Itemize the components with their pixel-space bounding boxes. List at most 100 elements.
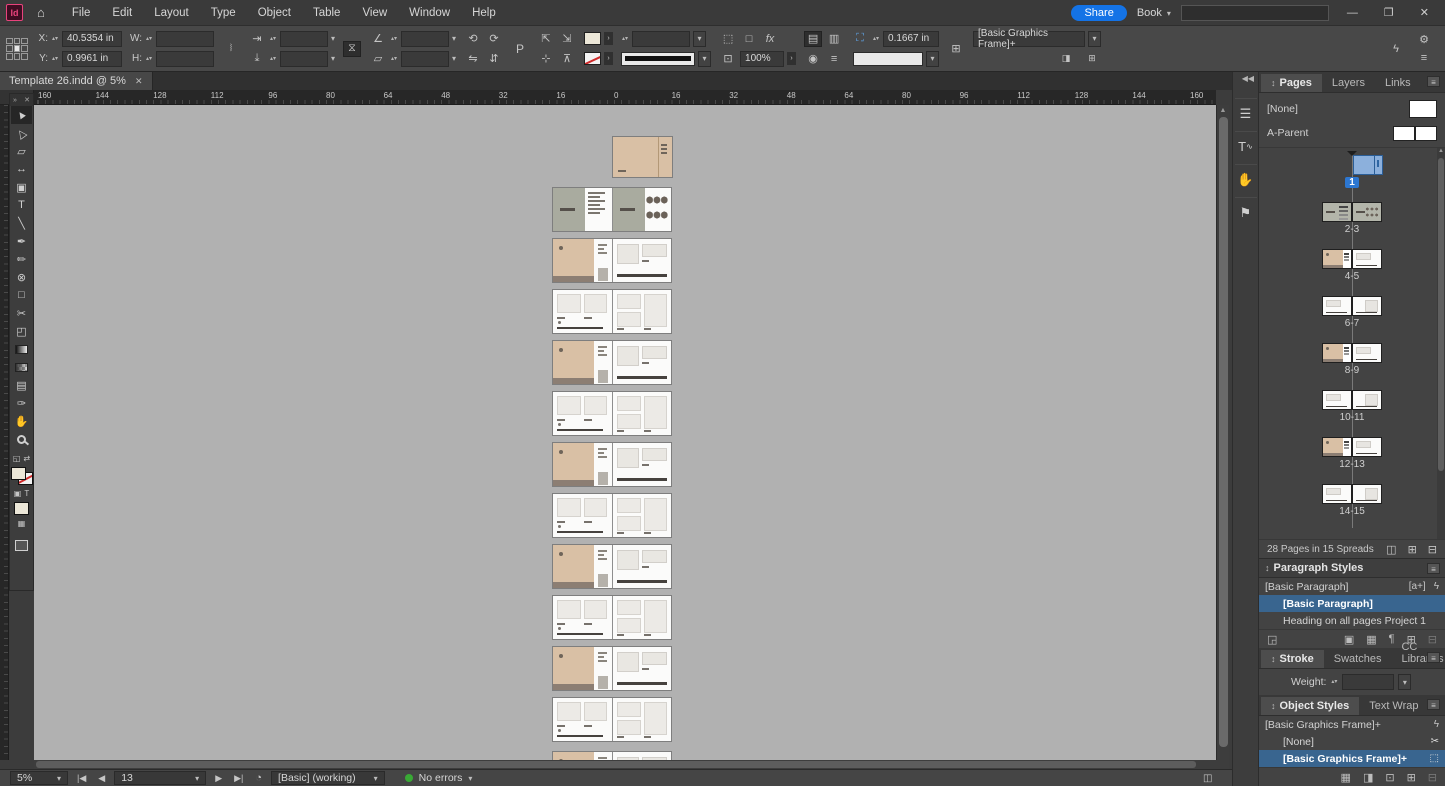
object-styles-menu-icon[interactable]: ≡ — [1427, 699, 1440, 710]
style-row[interactable]: [Basic Graphics Frame]+⬚ — [1259, 750, 1445, 767]
canvas-spread-24-25[interactable] — [553, 752, 671, 760]
clear-attributes-icon[interactable]: ⊡ — [1385, 771, 1394, 784]
text-wrap-panel-icon[interactable]: T∿ — [1235, 131, 1257, 155]
direct-selection-tool-icon[interactable]: △ — [11, 124, 32, 142]
x-position-field[interactable]: 40.5354 in — [62, 31, 122, 47]
tab-swatches[interactable]: Swatches — [1324, 650, 1392, 668]
style-row[interactable]: Heading on all pages Project 1 — [1259, 612, 1445, 629]
toolbar-close-icon[interactable]: ✕ — [24, 96, 30, 104]
canvas-spread-10-11[interactable] — [553, 392, 671, 435]
note-tool-icon[interactable]: ▤ — [11, 376, 32, 394]
new-style-icon[interactable]: ⊞ — [1083, 51, 1101, 67]
apply-color-button[interactable] — [14, 502, 29, 515]
canvas-spread-6-7[interactable] — [553, 290, 671, 333]
rotation-angle-field[interactable] — [401, 31, 449, 47]
selection-tool-icon[interactable]: ▲ — [11, 106, 32, 124]
spread-view-icon[interactable]: ◫ — [1203, 773, 1212, 784]
apply-gradient-icon[interactable]: ▦ — [18, 519, 26, 528]
fill-expander-icon[interactable]: › — [604, 32, 613, 45]
toolbar-header[interactable]: »✕ — [10, 94, 33, 106]
quick-apply-style-icon[interactable]: ϟ — [1434, 581, 1439, 592]
frame-ellipse-tool-icon[interactable]: ⊗ — [11, 268, 32, 286]
object-style-dropdown[interactable]: [Basic Graphics Frame]+ — [973, 31, 1085, 47]
wrap-bounding-box-icon[interactable]: ▥ — [825, 31, 843, 47]
quick-apply-icon[interactable]: ϟ — [1387, 41, 1405, 57]
tab-layers[interactable]: Layers — [1322, 74, 1375, 92]
menu-table[interactable]: Table — [302, 0, 352, 26]
object-style-dropdown-arrow[interactable]: ▾ — [1088, 31, 1101, 47]
pages-panel-spread-14-15[interactable]: 14-15 — [1259, 481, 1445, 528]
constrain-scale-icon[interactable]: ⧖ — [343, 41, 361, 57]
pages-panel-spread-12-13[interactable]: 12-13 — [1259, 434, 1445, 481]
formatting-text-icon[interactable]: T — [24, 489, 29, 498]
bookmarks-panel-icon[interactable]: ⚑ — [1235, 197, 1257, 221]
previous-page-icon[interactable]: ◀ — [95, 773, 108, 784]
parent-page-thumbnail[interactable] — [1409, 100, 1437, 118]
screen-mode-button[interactable] — [15, 540, 28, 551]
new-object-style-icon[interactable]: ⊞ — [1407, 771, 1416, 784]
home-icon[interactable]: ⌂ — [37, 5, 45, 20]
wrap-none-icon[interactable]: ▤ — [804, 31, 822, 47]
pages-panel-spread-4-5[interactable]: 4-5 — [1259, 246, 1445, 293]
frame-fitting-icon[interactable]: ⛶ — [851, 31, 869, 47]
last-page-icon[interactable]: ▶| — [231, 773, 246, 784]
fit-frame-icon[interactable]: ⇲ — [558, 31, 576, 47]
parent-page-a-parent[interactable]: A-Parent — [1267, 121, 1437, 145]
page-thumbnail[interactable] — [1322, 343, 1382, 363]
pages-panel-spread-2-3[interactable]: 2-3 — [1259, 199, 1445, 246]
scale-x-field[interactable] — [280, 31, 328, 47]
share-button[interactable]: Share — [1071, 5, 1126, 21]
menu-layout[interactable]: Layout — [143, 0, 200, 26]
pen-tool-icon[interactable]: ✒ — [11, 232, 32, 250]
workspace-gear-icon[interactable]: ⚙ — [1415, 32, 1433, 48]
wrap-jump-icon[interactable]: ≡ — [825, 51, 843, 67]
canvas-spread-8-9[interactable] — [553, 341, 671, 384]
style-row[interactable]: [None]✂ — [1259, 733, 1445, 750]
canvas-spread-18-19[interactable] — [553, 596, 671, 639]
gradient-swatch-tool-icon[interactable] — [11, 340, 32, 358]
document-tab[interactable]: Template 26.indd @ 5% ✕ — [0, 72, 153, 90]
preflight-menu-icon[interactable]: ◔ — [252, 772, 265, 784]
default-swatches-icon[interactable]: ◱ — [13, 454, 21, 463]
flip-vertical-icon[interactable]: ⇵ — [485, 51, 503, 67]
menu-file[interactable]: File — [61, 0, 102, 26]
opacity-expander-icon[interactable]: › — [787, 52, 796, 65]
corner-shape-icon[interactable]: □ — [740, 31, 758, 47]
style-mapping-icon[interactable]: ◲ — [1267, 633, 1277, 646]
preflight-profile-dropdown[interactable]: [Basic] (working)▾ — [271, 771, 385, 785]
constrain-dimensions-icon[interactable]: ⧘ — [222, 41, 240, 57]
horizontal-scroll-thumb[interactable] — [36, 761, 1196, 768]
tab-object-styles[interactable]: ↕Object Styles — [1261, 697, 1359, 715]
restore-button[interactable]: ❐ — [1376, 6, 1402, 19]
scale-y-field[interactable] — [280, 51, 328, 67]
stroke-weight-field[interactable] — [632, 31, 690, 47]
stroke-type-preview[interactable] — [621, 52, 695, 66]
menu-object[interactable]: Object — [247, 0, 302, 26]
canvas-spread-22-23[interactable] — [553, 698, 671, 741]
stroke-type-dropdown[interactable]: ▾ — [698, 51, 711, 67]
parent-spread-thumbnail[interactable] — [1393, 126, 1437, 141]
swatch-preview[interactable] — [853, 52, 923, 66]
auto-fit-icon[interactable]: ⊞ — [947, 41, 965, 57]
pages-panel-spread-1[interactable]: 1 — [1259, 152, 1445, 199]
canvas-spread-20-21[interactable] — [553, 647, 671, 690]
page-thumbnail[interactable] — [1322, 249, 1382, 269]
fit-content-icon[interactable]: ⇱ — [537, 31, 555, 47]
quick-apply-object-style-icon[interactable]: ϟ — [1434, 719, 1439, 730]
rotate-ccw-icon[interactable]: ⟲ — [464, 31, 482, 47]
scissors-tool-icon[interactable]: ✂ — [11, 304, 32, 322]
horizontal-scrollbar[interactable] — [34, 760, 1216, 769]
tab-pages[interactable]: ↕Pages — [1261, 74, 1322, 92]
cc-libraries-add-icon[interactable]: ▣ — [1344, 633, 1354, 646]
content-collector-tool-icon[interactable]: ▣ — [11, 178, 32, 196]
toolbar-expand-icon[interactable]: » — [13, 97, 17, 104]
paragraph-styles-menu-icon[interactable]: ≡ — [1427, 563, 1440, 574]
pencil-tool-icon[interactable]: ✏ — [11, 250, 32, 268]
minimize-button[interactable]: — — [1339, 7, 1366, 19]
hand-tool-icon[interactable]: ✋ — [11, 412, 32, 430]
swap-fill-stroke-icon[interactable]: ⇄ — [23, 454, 30, 463]
menu-view[interactable]: View — [351, 0, 398, 26]
stroke-weight-dropdown[interactable]: ▾ — [693, 31, 706, 47]
stroke-panel-weight-dropdown[interactable]: ▾ — [1398, 674, 1411, 690]
free-transform-tool-icon[interactable]: ◰ — [11, 322, 32, 340]
